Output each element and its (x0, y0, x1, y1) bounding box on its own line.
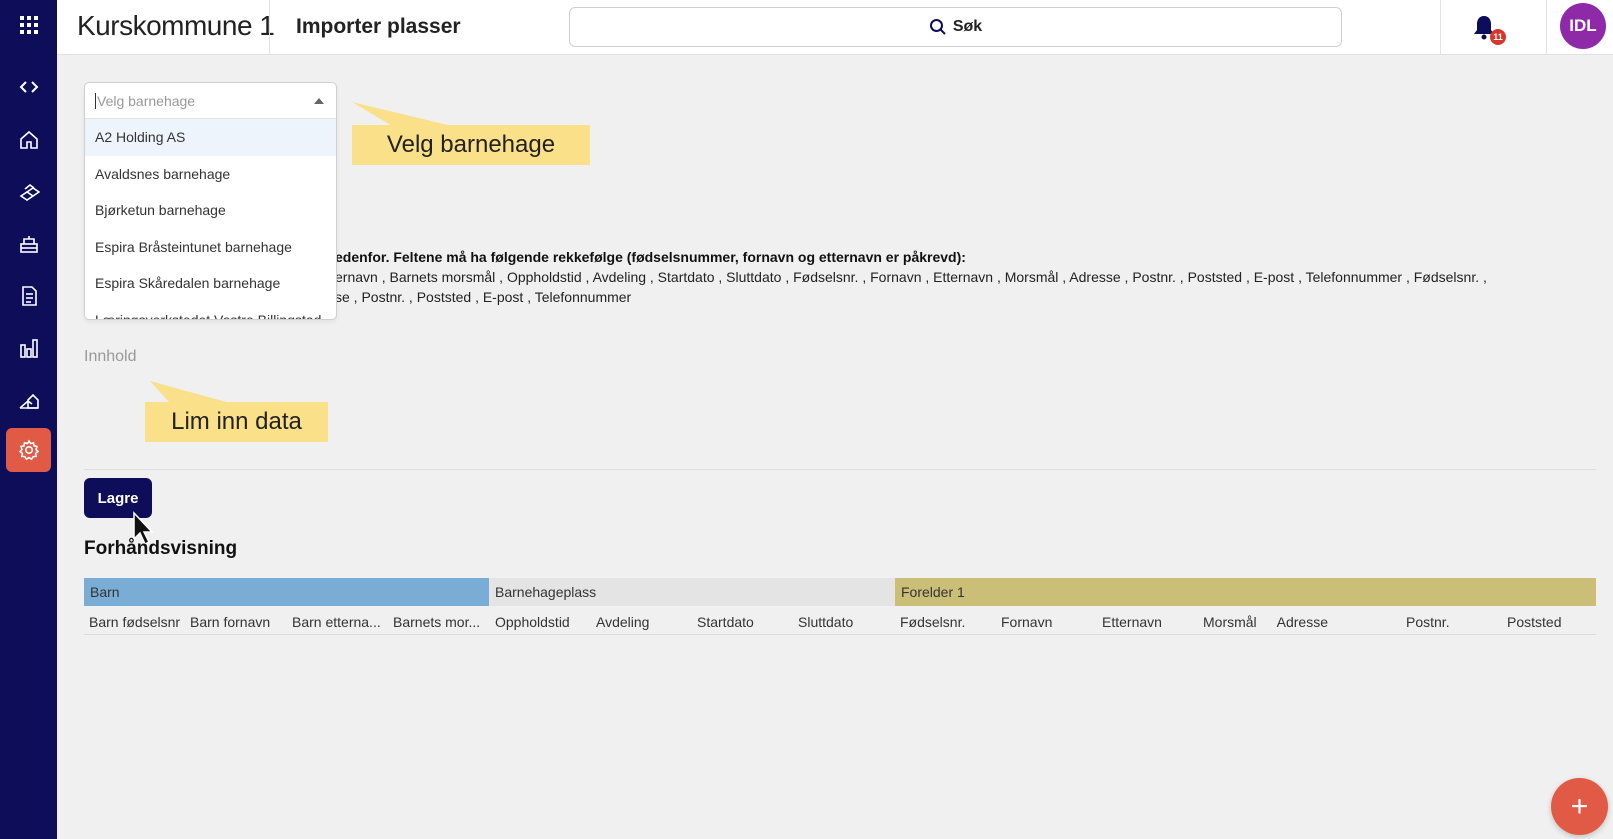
header-divider (1546, 0, 1547, 55)
document-icon[interactable] (6, 274, 51, 318)
column-header: Fødselsnr. (900, 614, 966, 630)
column-header: Barn fornavn (190, 614, 271, 630)
column-header: Fornavn (1001, 614, 1053, 630)
column-header: Startdato (697, 614, 754, 630)
page-title: Importer plasser (296, 15, 461, 38)
instruction-heading: edenfor. Feltene må ha følgende rekkeføl… (335, 249, 966, 265)
apps-grid-icon[interactable] (6, 3, 51, 47)
text-cursor (95, 92, 96, 109)
tooltip-select: Velg barnehage (352, 125, 590, 165)
caret-up-icon[interactable] (314, 98, 324, 104)
notification-badge: 11 (1490, 29, 1506, 45)
instruction-fields-line: ernavn , Barnets morsmål , Oppholdstid ,… (335, 269, 1487, 285)
column-header: Barnets mor... (393, 614, 481, 630)
search-icon (929, 19, 946, 35)
avatar[interactable]: IDL (1560, 3, 1606, 49)
dropdown-option[interactable]: Avaldsnes barnehage (85, 156, 336, 193)
header-divider (269, 0, 270, 55)
tooltip-paste: Lim inn data (145, 402, 328, 442)
content-label: Innhold (84, 348, 137, 365)
search-bar[interactable]: Søk (569, 7, 1342, 47)
houses-icon[interactable] (6, 378, 51, 422)
column-header: Adresse (1276, 614, 1328, 630)
kindergarten-select[interactable]: Velg barnehage A2 Holding AS Avaldsnes b… (84, 82, 337, 320)
bar-chart-icon[interactable] (6, 326, 51, 370)
code-icon[interactable] (6, 65, 51, 109)
header-divider (1440, 0, 1441, 55)
search-label: Søk (952, 18, 983, 35)
instruction-fields-line: se , Postnr. , Poststed , E-post , Telef… (335, 289, 632, 305)
column-header: Postnr. (1406, 614, 1450, 630)
top-bar: Kurskommune 1 Importer plasser Søk 11 ID… (57, 0, 1613, 55)
blocks-icon[interactable] (6, 170, 51, 214)
column-header: Etternavn (1102, 614, 1162, 630)
dropdown-option[interactable]: Espira Bråsteintunet barnehage (85, 229, 336, 266)
column-header: Barn fødselsnr (89, 614, 181, 630)
sidebar (0, 0, 57, 839)
select-placeholder: Velg barnehage (97, 92, 196, 109)
section-divider (84, 469, 1596, 470)
column-header: Poststed (1507, 614, 1562, 630)
dropdown-option[interactable]: Espira Skåredalen barnehage (85, 265, 336, 302)
tooltip-tail (150, 381, 230, 403)
column-header: Barn etterna... (292, 614, 381, 630)
kindergarten-select-input[interactable]: Velg barnehage (85, 83, 336, 119)
dropdown-option[interactable]: Bjørketun barnehage (85, 192, 336, 229)
home-icon[interactable] (6, 118, 51, 162)
add-fab-button[interactable]: + (1551, 778, 1608, 835)
column-header: Oppholdstid (495, 614, 570, 630)
group-header-child: Barn (84, 578, 489, 606)
gear-icon[interactable] (6, 428, 51, 472)
column-header: Avdeling (596, 614, 650, 630)
app-title: Kurskommune 1 (77, 10, 275, 41)
column-header: Morsmål (1203, 614, 1257, 630)
group-header-placement: Barnehageplass (489, 578, 895, 606)
tooltip-tail (352, 102, 452, 126)
group-header-parent1: Forelder 1 (895, 578, 1596, 606)
column-header: Sluttdato (798, 614, 854, 630)
dropdown-option[interactable]: Læringsverkstedet Vestre Billingstad (85, 302, 336, 319)
preview-title: Forhåndsvisning (84, 538, 238, 559)
dropdown-option[interactable]: A2 Holding AS (85, 119, 336, 156)
preview-column-headers: Barn fødselsnr Barn fornavn Barn etterna… (84, 607, 1596, 635)
building-icon[interactable] (6, 222, 51, 266)
